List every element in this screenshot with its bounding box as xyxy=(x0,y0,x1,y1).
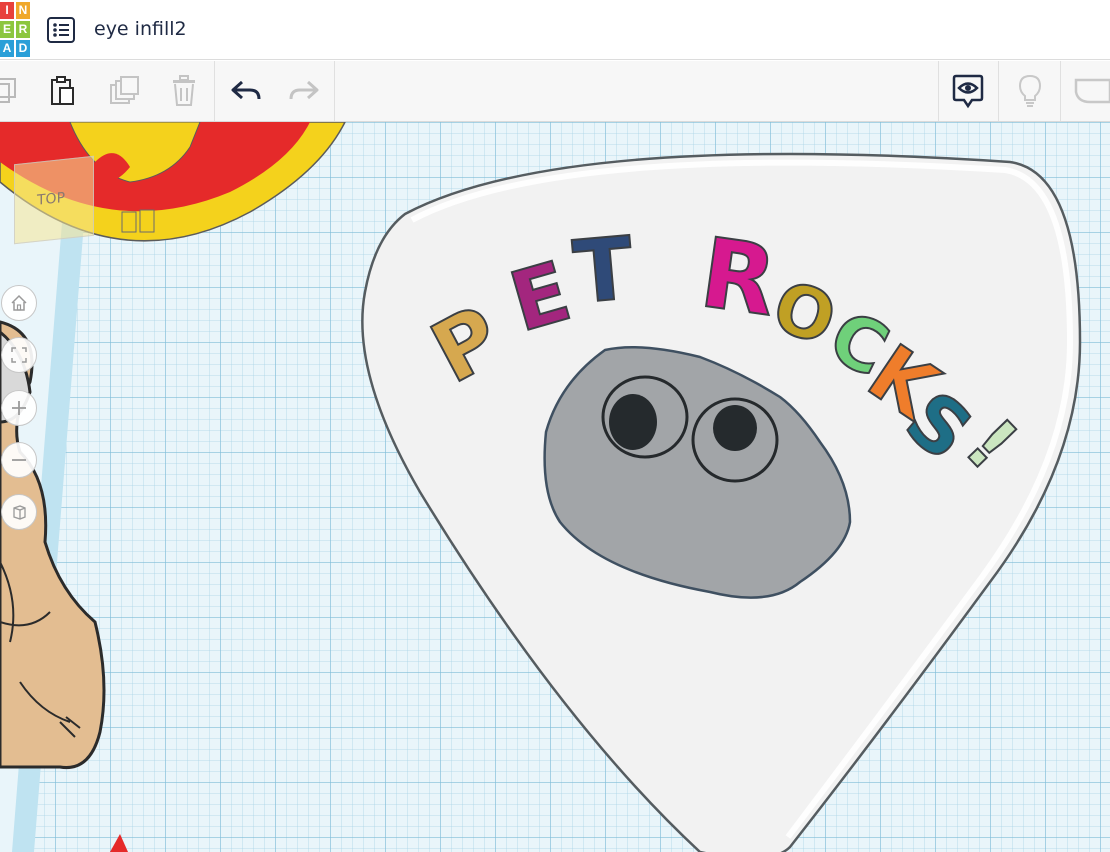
redo-icon xyxy=(289,80,319,100)
zoom-in-button[interactable] xyxy=(1,390,37,426)
eye-bubble-icon xyxy=(952,74,984,109)
right-eye[interactable] xyxy=(691,397,779,483)
duplicate-button[interactable] xyxy=(104,71,144,111)
logo-cell: A xyxy=(0,40,14,57)
toolbar-divider xyxy=(214,61,215,121)
pick-letter: R xyxy=(694,217,783,338)
home-view-button[interactable] xyxy=(1,285,37,321)
toolbar-divider xyxy=(1060,61,1061,121)
lightbulb-icon xyxy=(1018,74,1042,107)
document-title[interactable]: eye infill2 xyxy=(94,18,187,40)
workplane[interactable]: P E T R O C K S! TOP xyxy=(0,122,1110,852)
top-bar: I N E R A D eye infill2 xyxy=(0,0,1110,60)
logo-cell: N xyxy=(16,2,30,19)
trash-icon xyxy=(173,75,195,106)
undo-button[interactable] xyxy=(226,71,266,111)
design-menu-button[interactable] xyxy=(46,16,76,44)
view-cube-label: TOP xyxy=(37,189,66,209)
workplane-canvas[interactable]: PET ROCKS! xyxy=(0,122,1110,852)
cube-icon xyxy=(13,505,26,520)
redo-button[interactable] xyxy=(284,71,324,111)
shapes-button[interactable] xyxy=(1070,71,1110,111)
toolbar-divider xyxy=(938,61,939,121)
undo-icon xyxy=(231,80,261,100)
copy-button[interactable] xyxy=(0,71,24,111)
list-icon xyxy=(47,17,75,43)
plus-icon xyxy=(12,401,26,415)
duplicate-icon xyxy=(110,76,139,104)
logo-cell: I xyxy=(0,2,14,19)
show-all-button[interactable] xyxy=(948,71,988,111)
logo-cell: E xyxy=(0,21,14,38)
paste-button[interactable] xyxy=(42,71,82,111)
tinkercad-logo[interactable]: I N E R A D xyxy=(0,2,31,58)
copy-icon xyxy=(0,78,16,103)
zoom-out-button[interactable] xyxy=(1,442,37,478)
edit-toolbar xyxy=(0,61,1110,122)
notes-button[interactable] xyxy=(1010,71,1050,111)
view-cube[interactable]: TOP xyxy=(14,155,94,245)
minus-icon xyxy=(12,459,26,461)
delete-button[interactable] xyxy=(164,71,204,111)
toolbar-divider xyxy=(998,61,999,121)
logo-cell: R xyxy=(16,21,30,38)
toolbar-divider xyxy=(334,61,335,121)
paste-icon xyxy=(51,76,74,105)
pick-letter: T xyxy=(570,219,637,324)
perspective-button[interactable] xyxy=(1,494,37,530)
logo-cell: D xyxy=(16,40,30,57)
left-eye[interactable] xyxy=(601,375,689,459)
home-icon xyxy=(11,294,27,311)
fit-view-button[interactable] xyxy=(1,337,37,373)
fit-icon xyxy=(11,347,27,363)
shape-icon xyxy=(1074,78,1110,104)
